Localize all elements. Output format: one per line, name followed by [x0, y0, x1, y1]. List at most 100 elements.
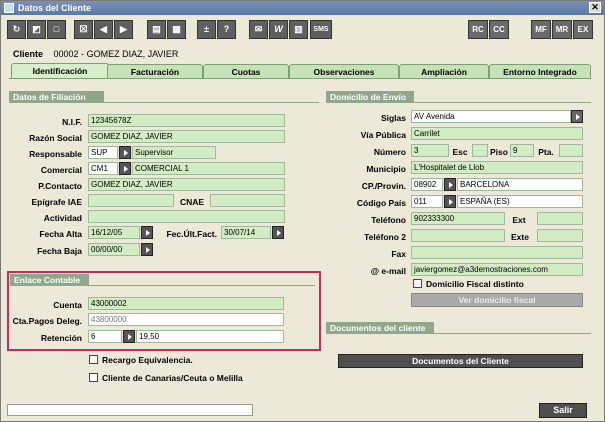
app-icon: [4, 3, 14, 13]
ext-field[interactable]: [537, 212, 583, 225]
esc-field[interactable]: [472, 144, 488, 157]
enlace-contable-divider: [10, 285, 315, 286]
fecha-alta-field[interactable]: 16/12/05: [88, 226, 140, 239]
fecha-alta-calendar-button[interactable]: [141, 226, 153, 239]
cnae-field[interactable]: [210, 194, 285, 207]
municipio-field[interactable]: L'Hospitalet de Llob: [411, 161, 583, 174]
telefono-field[interactable]: 902333300: [411, 212, 505, 225]
plusminus-icon[interactable]: ±: [197, 20, 216, 39]
list-icon[interactable]: ▦: [167, 20, 186, 39]
tab-divider: [9, 78, 591, 79]
razon-social-field[interactable]: GOMEZ DIAZ, JAVIER: [88, 130, 285, 143]
razon-social-label: Razón Social: [29, 133, 82, 143]
fax-field[interactable]: [411, 246, 583, 259]
numero-field[interactable]: 3: [411, 144, 449, 157]
email-icon[interactable]: ✉: [249, 20, 268, 39]
calculator-icon[interactable]: ▥: [289, 20, 308, 39]
tab-identificacion[interactable]: Identificación: [11, 63, 109, 79]
codigo-pais-field[interactable]: 011: [411, 195, 443, 208]
word-icon[interactable]: W: [269, 20, 288, 39]
recargo-checkbox[interactable]: [89, 355, 98, 364]
domicilio-fiscal-checkbox[interactable]: [413, 279, 422, 288]
cp-field[interactable]: 08902: [411, 178, 443, 191]
new-icon[interactable]: □: [47, 20, 66, 39]
fec-ult-fact-calendar-button[interactable]: [272, 226, 284, 239]
responsable-label: Responsable: [29, 149, 82, 159]
pta-field[interactable]: [559, 144, 583, 157]
documentos-cliente-button[interactable]: Documentos del Cliente: [338, 354, 583, 368]
next-icon[interactable]: ▶: [114, 20, 133, 39]
comercial-code-field[interactable]: CM1: [88, 162, 118, 175]
canarias-checkbox[interactable]: [89, 373, 98, 382]
cuenta-field[interactable]: 43000002: [88, 297, 284, 310]
edit-icon[interactable]: ◩: [27, 20, 46, 39]
cta-pagos-field[interactable]: 43800000: [88, 313, 284, 326]
via-publica-label: Vía Pública: [360, 130, 406, 140]
mr-button[interactable]: MR: [552, 20, 572, 39]
exte-field[interactable]: [537, 229, 583, 242]
sms-button[interactable]: SMS: [310, 20, 332, 39]
tab-facturacion[interactable]: Facturación: [107, 64, 203, 79]
esc-label: Esc: [452, 147, 468, 157]
retencion-select-button[interactable]: [123, 330, 135, 343]
client-code: 00002: [53, 49, 79, 59]
tab-ampliacion[interactable]: Ampliación: [399, 64, 489, 79]
cc-button[interactable]: CC: [489, 20, 509, 39]
numero-label: Número: [373, 147, 406, 157]
ver-domicilio-fiscal-button[interactable]: Ver domicilio fiscal: [411, 293, 583, 307]
municipio-label: Municipio: [366, 164, 406, 174]
fecha-baja-field[interactable]: 00/00/00: [88, 243, 140, 256]
siglas-select[interactable]: AV Avenida: [411, 110, 571, 123]
siglas-label: Siglas: [380, 113, 406, 123]
epigrafe-field[interactable]: [88, 194, 174, 207]
nif-field[interactable]: 12345678Z: [88, 114, 285, 127]
fec-ult-fact-label: Fec.Últ.Fact.: [166, 229, 217, 239]
filiacion-divider: [9, 102, 319, 103]
rc-button[interactable]: RC: [468, 20, 488, 39]
responsable-select-button[interactable]: [119, 146, 131, 159]
status-bar: [7, 404, 253, 416]
salir-button[interactable]: Salir: [539, 403, 587, 418]
provincia-field: BARCELONA: [457, 178, 583, 191]
client-header: Cliente 00002 - GOMEZ DIAZ, JAVIER: [13, 49, 178, 59]
help-icon[interactable]: ?: [217, 20, 236, 39]
comercial-name-field: COMERCIAL 1: [132, 162, 285, 175]
prev-icon[interactable]: ◀: [94, 20, 113, 39]
email-label: @ e-mail: [370, 266, 406, 276]
contacto-label: P.Contacto: [38, 181, 82, 191]
print-icon[interactable]: ▤: [147, 20, 166, 39]
codigo-pais-label: Código País: [356, 198, 406, 208]
delete-icon[interactable]: ☒: [74, 20, 93, 39]
cnae-label: CNAE: [179, 197, 205, 207]
actividad-field[interactable]: [88, 210, 285, 223]
telefono-label: Teléfono: [371, 215, 406, 225]
ex-button[interactable]: EX: [573, 20, 593, 39]
retencion-code-field[interactable]: 6: [88, 330, 122, 343]
tab-observaciones[interactable]: Observaciones: [289, 64, 399, 79]
telefono2-field[interactable]: [411, 229, 505, 242]
cp-label: CP./Provin.: [361, 181, 406, 191]
epigrafe-label: Epígrafe IAE: [31, 197, 82, 207]
fax-label: Fax: [391, 249, 406, 259]
tab-entorno-integrado[interactable]: Entorno Integrado: [489, 64, 591, 79]
contacto-field[interactable]: GOMEZ DIAZ, JAVIER: [88, 178, 285, 191]
email-field[interactable]: javiergomez@a3demostraciones.com: [411, 263, 583, 276]
fecha-baja-calendar-button[interactable]: [141, 243, 153, 256]
siglas-dropdown-icon[interactable]: [571, 110, 583, 123]
refresh-icon[interactable]: ↻: [7, 20, 26, 39]
cp-select-button[interactable]: [444, 178, 456, 191]
comercial-select-button[interactable]: [119, 162, 131, 175]
cuenta-label: Cuenta: [53, 300, 82, 310]
responsable-code-field[interactable]: SUP: [88, 146, 118, 159]
domicilio-fiscal-label: Domicilio Fiscal distinto: [426, 279, 524, 289]
codigo-pais-select-button[interactable]: [444, 195, 456, 208]
close-button[interactable]: ✕: [589, 2, 601, 13]
via-publica-field[interactable]: Carrilet: [411, 127, 583, 140]
window-title: Datos del Cliente: [18, 3, 92, 13]
client-data-window: Datos del Cliente ✕ ↻ ◩ □ ☒ ◀ ▶ ▤ ▦ ± ? …: [0, 0, 605, 422]
fec-ult-fact-field[interactable]: 30/07/14: [221, 226, 271, 239]
mf-button[interactable]: MF: [531, 20, 551, 39]
canarias-label: Cliente de Canarias/Ceuta o Melilla: [102, 373, 243, 383]
tab-cuotas[interactable]: Cuotas: [203, 64, 289, 79]
piso-field[interactable]: 9: [510, 144, 534, 157]
